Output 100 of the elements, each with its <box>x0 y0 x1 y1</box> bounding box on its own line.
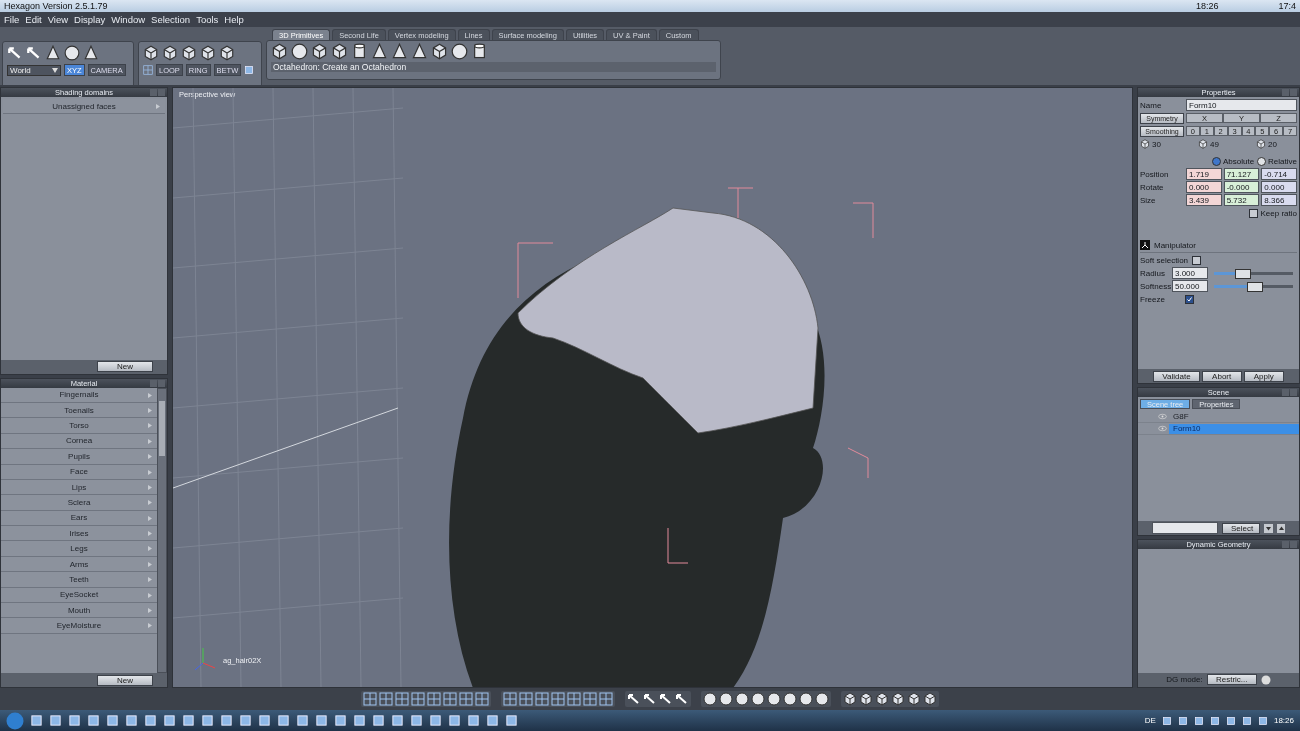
app-icon[interactable] <box>391 714 404 727</box>
value-field[interactable]: 0.000 <box>1186 181 1222 193</box>
radio-button[interactable] <box>1257 156 1267 166</box>
arrow-icon[interactable] <box>627 692 641 706</box>
menu-item[interactable]: Edit <box>25 14 42 25</box>
menu-item[interactable]: Window <box>111 14 146 25</box>
value-field[interactable]: 71.127 <box>1223 168 1260 180</box>
menu-item[interactable]: Help <box>224 14 244 25</box>
sphere-icon[interactable] <box>291 43 308 60</box>
app-icon[interactable] <box>277 714 290 727</box>
app-icon[interactable] <box>106 714 119 727</box>
cube-icon[interactable] <box>271 43 288 60</box>
app-icon[interactable] <box>201 714 214 727</box>
action-button[interactable]: Validate <box>1153 371 1200 382</box>
value-field[interactable]: 0.000 <box>1261 181 1297 193</box>
value-field[interactable]: 1.719 <box>1186 168 1222 180</box>
menu-item[interactable]: View <box>47 14 69 25</box>
layout-icon[interactable] <box>503 692 517 706</box>
layout-icon[interactable] <box>583 692 597 706</box>
cylinder-icon[interactable] <box>471 43 488 60</box>
app-icon[interactable] <box>163 714 176 727</box>
app-icon[interactable] <box>410 714 423 727</box>
app-icon[interactable] <box>372 714 385 727</box>
cube-icon[interactable] <box>331 43 348 60</box>
app-icon[interactable] <box>239 714 252 727</box>
tray-icon[interactable] <box>1241 715 1252 726</box>
value-field[interactable]: -0.714 <box>1261 168 1297 180</box>
checkbox[interactable] <box>1192 255 1202 265</box>
app-icon[interactable] <box>429 714 442 727</box>
arrow-icon[interactable] <box>659 692 673 706</box>
mode-dropdown[interactable]: Restric... <box>1206 674 1257 686</box>
radio-button[interactable] <box>1211 156 1221 166</box>
cone-icon[interactable] <box>45 45 61 61</box>
checkbox[interactable] <box>1248 208 1258 218</box>
sphere-icon[interactable] <box>815 692 829 706</box>
window-icon[interactable] <box>244 65 255 75</box>
sphere-icon[interactable] <box>799 692 813 706</box>
cube-icon[interactable] <box>162 45 178 61</box>
cube-icon[interactable] <box>143 45 159 61</box>
cube-icon[interactable] <box>311 43 328 60</box>
layout-icon[interactable] <box>567 692 581 706</box>
action-button[interactable]: Abort <box>1201 371 1242 382</box>
sphere-icon[interactable] <box>703 692 717 706</box>
layout-icon[interactable] <box>427 692 441 706</box>
layout-icon[interactable] <box>363 692 377 706</box>
scrollbar[interactable] <box>157 387 167 673</box>
layout-icon[interactable] <box>459 692 473 706</box>
app-icon[interactable] <box>467 714 480 727</box>
layout-icon[interactable] <box>551 692 565 706</box>
arrow-icon[interactable] <box>675 692 689 706</box>
cube-icon[interactable] <box>843 692 857 706</box>
space-dropdown[interactable]: World <box>7 64 61 76</box>
arrow-icon[interactable] <box>643 692 657 706</box>
layout-icon[interactable] <box>395 692 409 706</box>
app-icon[interactable] <box>258 714 271 727</box>
new-button[interactable]: New <box>97 674 153 686</box>
action-button[interactable]: Apply <box>1243 371 1284 382</box>
layout-icon[interactable] <box>535 692 549 706</box>
layout-icon[interactable] <box>443 692 457 706</box>
layout-icon[interactable] <box>475 692 489 706</box>
layout-icon[interactable] <box>411 692 425 706</box>
cube-icon[interactable] <box>219 45 235 61</box>
app-icon[interactable] <box>505 714 518 727</box>
cone-icon[interactable] <box>391 43 408 60</box>
sphere-icon[interactable] <box>783 692 797 706</box>
value-field[interactable]: 3.439 <box>1186 194 1222 206</box>
value-field[interactable]: 5.732 <box>1223 194 1260 206</box>
cube-icon[interactable] <box>923 692 937 706</box>
start-button[interactable] <box>6 711 24 730</box>
new-button[interactable]: New <box>97 361 153 373</box>
value-field[interactable]: 50.000 <box>1172 280 1208 292</box>
app-icon[interactable] <box>448 714 461 727</box>
arrow-icon[interactable] <box>7 45 23 61</box>
menu-item[interactable]: Tools <box>196 14 219 25</box>
layout-icon[interactable] <box>599 692 613 706</box>
cube-icon[interactable] <box>859 692 873 706</box>
app-icon[interactable] <box>296 714 309 727</box>
menu-item[interactable]: Display <box>74 14 106 25</box>
app-icon[interactable] <box>87 714 100 727</box>
app-icon[interactable] <box>68 714 81 727</box>
tray-icon[interactable] <box>1209 715 1220 726</box>
app-icon[interactable] <box>315 714 328 727</box>
cube-icon[interactable] <box>875 692 889 706</box>
checkbox[interactable] <box>1184 294 1194 304</box>
value-field[interactable]: -0.000 <box>1223 181 1260 193</box>
sphere-icon[interactable] <box>719 692 733 706</box>
up-button[interactable] <box>1276 523 1285 533</box>
app-icon[interactable] <box>125 714 138 727</box>
cube-icon[interactable] <box>200 45 216 61</box>
tray-icon[interactable] <box>1225 715 1236 726</box>
cube-icon[interactable] <box>907 692 921 706</box>
language-indicator[interactable]: DE <box>1144 716 1156 725</box>
tray-icon[interactable] <box>1177 715 1188 726</box>
app-icon[interactable] <box>220 714 233 727</box>
cylinder-icon[interactable] <box>351 43 368 60</box>
cube-icon[interactable] <box>891 692 905 706</box>
search-field[interactable] <box>1152 522 1218 535</box>
arrow-icon[interactable] <box>26 45 42 61</box>
menu-item[interactable]: File <box>4 14 20 25</box>
app-icon[interactable] <box>182 714 195 727</box>
